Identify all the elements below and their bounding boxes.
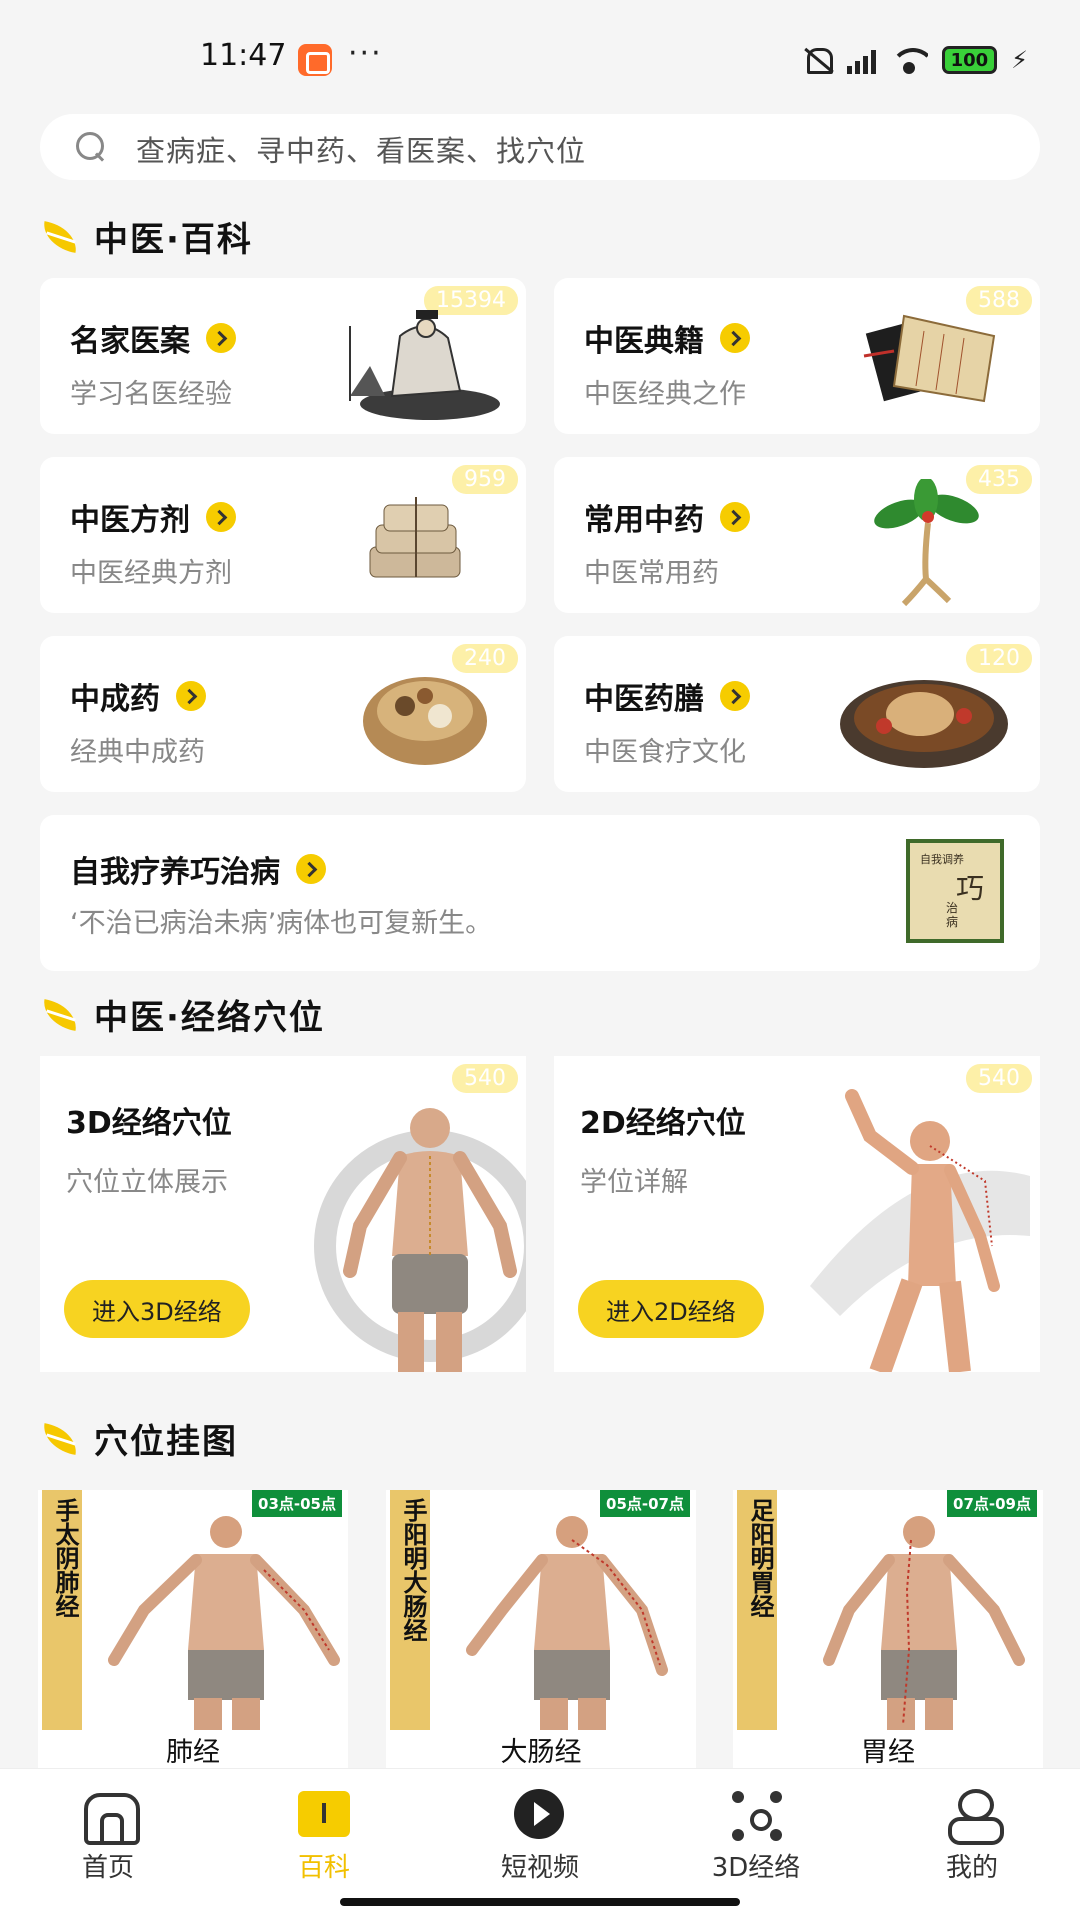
card-subtitle: 中医常用药	[584, 558, 719, 589]
chart-card-large-intestine[interactable]: 手阳明大肠经 05点-07点 大肠经	[386, 1490, 696, 1770]
user-icon	[944, 1789, 1004, 1845]
nav-short-video[interactable]: 短视频	[460, 1789, 620, 1884]
chevron-right-icon	[296, 854, 326, 884]
nav-home[interactable]: 首页	[28, 1789, 188, 1884]
card-2d-meridian[interactable]: 540 2D经络穴位 学位详解 进入2D经络	[554, 1056, 1040, 1372]
section-title-charts: 穴位挂图	[40, 1414, 238, 1463]
herb-bowl-illustration	[363, 677, 487, 765]
herb-packet-illustration	[369, 497, 461, 578]
nav-encyclopedia[interactable]: 百科	[244, 1789, 404, 1884]
section-title-encyclopedia: 中医·百科	[40, 212, 253, 261]
card-subtitle: 中医食疗文化	[584, 737, 746, 768]
status-bar: 11:47 ··· 100 ⚡	[0, 0, 1080, 110]
mute-icon	[801, 44, 833, 76]
nav-label: 3D经络	[711, 1853, 801, 1883]
chevron-right-icon	[720, 502, 750, 532]
more-notifications-icon: ···	[348, 36, 383, 71]
card-title: 名家医案	[70, 324, 190, 359]
card-common-herbs[interactable]: 435 常用中药 中医常用药	[554, 457, 1040, 613]
book-scroll-illustration	[863, 314, 996, 403]
play-icon	[512, 1789, 568, 1839]
nav-3d-meridian[interactable]: 3D经络	[676, 1789, 836, 1884]
card-title: 常用中药	[584, 503, 704, 538]
leaf-icon	[40, 1422, 84, 1456]
book-cover: 自我调养 巧 治 病	[906, 839, 1004, 943]
chevron-right-icon	[720, 323, 750, 353]
battery-icon: 100	[941, 46, 998, 74]
card-self-care[interactable]: 自我疗养巧治病 ‘不治已病治未病’病体也可复新生。 自我调养 巧 治 病	[40, 815, 1040, 971]
scholar-illustration	[349, 310, 500, 420]
chevron-right-icon	[206, 323, 236, 353]
molecule-icon	[728, 1789, 784, 1841]
app-notification-icon	[298, 44, 332, 76]
card-subtitle: ‘不治已病治未病’病体也可复新生。	[70, 908, 493, 939]
book-icon	[296, 1789, 352, 1839]
status-icons: 100 ⚡	[801, 44, 1028, 76]
card-subtitle: 经典中成药	[70, 737, 205, 768]
leaf-icon	[40, 220, 84, 254]
chevron-right-icon	[720, 681, 750, 711]
card-case-records[interactable]: 15394 名家医案 学习名医经验	[40, 278, 526, 434]
nav-label: 短视频	[500, 1853, 579, 1883]
card-3d-meridian[interactable]: 540 3D经络穴位 穴位立体展示 进入3D经络	[40, 1056, 526, 1372]
card-title: 中医典籍	[584, 324, 704, 359]
card-title: 2D经络穴位	[580, 1106, 746, 1141]
card-title: 3D经络穴位	[66, 1106, 232, 1141]
nav-profile[interactable]: 我的	[892, 1789, 1052, 1884]
section-title-meridian: 中医·经络穴位	[40, 990, 325, 1039]
ginseng-illustration	[874, 479, 979, 607]
meridian-vertical-label: 手阳明大肠经	[390, 1490, 430, 1730]
wifi-icon	[889, 46, 928, 74]
home-indicator[interactable]	[340, 1898, 740, 1906]
medicinal-dish-illustration	[840, 680, 1008, 768]
card-subtitle: 学位详解	[580, 1167, 688, 1198]
search-placeholder: 查病症、寻中药、看医案、找穴位	[136, 134, 587, 168]
home-icon	[80, 1789, 140, 1845]
leaf-icon	[40, 998, 84, 1032]
large-intestine-meridian-figure	[466, 1516, 668, 1730]
card-subtitle: 学习名医经验	[70, 379, 232, 410]
chevron-right-icon	[206, 502, 236, 532]
card-subtitle: 穴位立体展示	[66, 1167, 228, 1198]
card-title: 中医方剂	[70, 503, 190, 538]
charging-icon: ⚡	[1011, 46, 1028, 74]
card-title: 中成药	[70, 682, 160, 717]
stomach-meridian-figure	[823, 1516, 1025, 1730]
search-bar[interactable]: 查病症、寻中药、看医案、找穴位	[40, 114, 1040, 180]
2d-body-illustration	[810, 1089, 1030, 1372]
status-time: 11:47	[200, 38, 287, 73]
card-classics[interactable]: 588 中医典籍 中医经典之作	[554, 278, 1040, 434]
enter-2d-button[interactable]: 进入2D经络	[578, 1280, 764, 1338]
card-subtitle: 中医经典之作	[584, 379, 746, 410]
chart-name: 胃经	[733, 1730, 1043, 1770]
3d-body-illustration	[314, 1108, 526, 1372]
chevron-right-icon	[176, 681, 206, 711]
chart-name: 大肠经	[386, 1730, 696, 1770]
cell-signal-icon	[846, 46, 876, 74]
card-prescriptions[interactable]: 959 中医方剂 中医经典方剂	[40, 457, 526, 613]
chart-card-lung[interactable]: 手太阴肺经 03点-05点 肺经	[38, 1490, 348, 1770]
meridian-vertical-label: 足阳明胃经	[737, 1490, 777, 1730]
nav-label: 首页	[81, 1853, 134, 1883]
chart-name: 肺经	[38, 1730, 348, 1770]
chart-card-stomach[interactable]: 足阳明胃经 07点-09点 胃经	[733, 1490, 1043, 1770]
card-patent-medicine[interactable]: 240 中成药 经典中成药	[40, 636, 526, 792]
card-title: 中医药膳	[584, 682, 704, 717]
meridian-vertical-label: 手太阴肺经	[42, 1490, 82, 1730]
lung-meridian-figure	[108, 1516, 340, 1730]
card-title: 自我疗养巧治病	[70, 855, 280, 890]
nav-label: 百科	[297, 1853, 350, 1883]
card-medicinal-diet[interactable]: 120 中医药膳 中医食疗文化	[554, 636, 1040, 792]
card-subtitle: 中医经典方剂	[70, 558, 232, 589]
nav-label: 我的	[945, 1853, 998, 1883]
search-icon	[76, 132, 106, 162]
enter-3d-button[interactable]: 进入3D经络	[64, 1280, 250, 1338]
